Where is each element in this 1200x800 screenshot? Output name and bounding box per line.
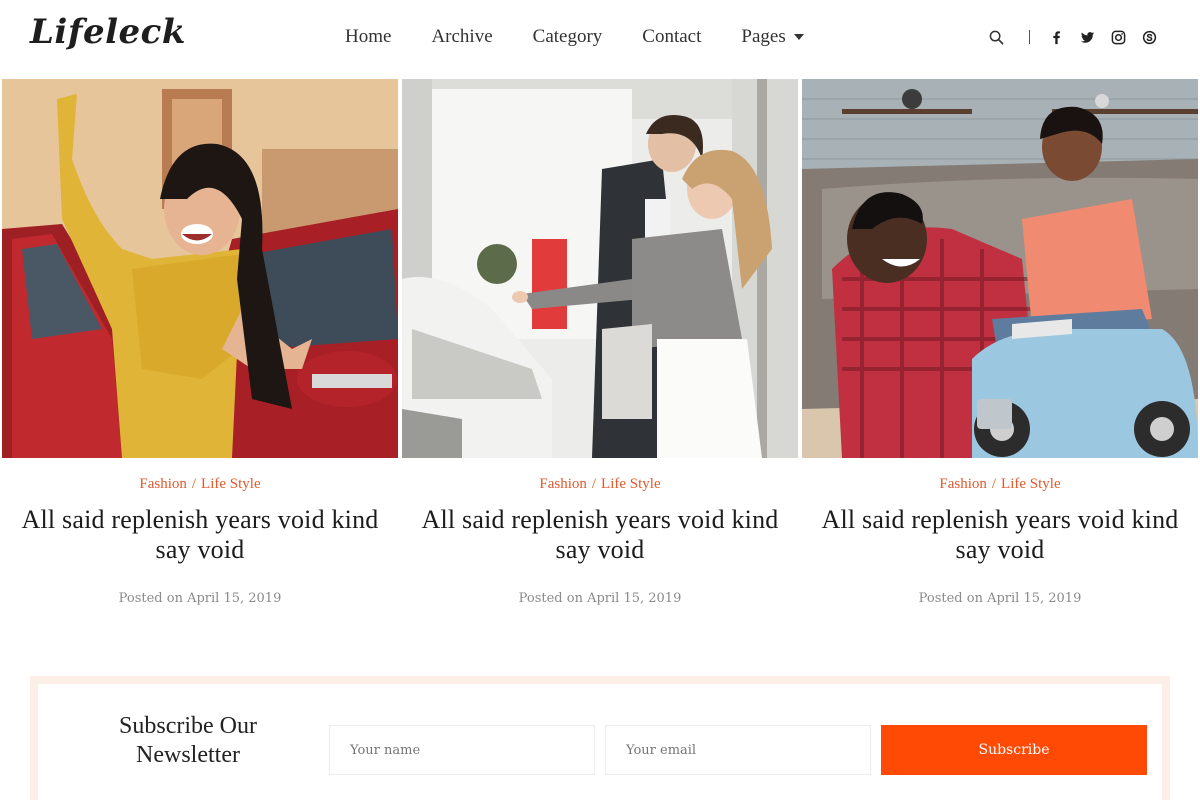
post-card: Fashion / Life Style All said replenish ye… [402, 476, 798, 606]
newsletter-section: Subscribe Our Newsletter Subscribe [30, 676, 1170, 800]
post-date: Posted on April 15, 2019 [118, 591, 282, 606]
post-card: Fashion / Life Style All said replenish ye… [802, 476, 1198, 606]
caret-down-icon [793, 34, 804, 40]
nav-item-label: Category [532, 26, 603, 47]
search-icon[interactable] [987, 28, 1005, 46]
post-date: Posted on April 15, 2019 [918, 591, 1082, 606]
newsletter-title: Subscribe Our Newsletter [119, 713, 257, 768]
post-title[interactable]: All said replenish years void kind say v… [2, 505, 398, 565]
category-separator: / [591, 476, 597, 492]
facebook-icon[interactable] [1047, 28, 1065, 46]
post-categories: Fashion / Life Style [402, 476, 798, 493]
subscribe-button[interactable]: Subscribe [881, 725, 1147, 775]
nav-item-archive[interactable]: Archive [431, 26, 492, 48]
nav-item-label: Contact [642, 26, 702, 47]
category-link-fashion[interactable]: Fashion [139, 476, 187, 492]
skype-icon[interactable] [1140, 28, 1158, 46]
nav-item-label: Pages [741, 26, 786, 47]
nav-item-pages[interactable]: Pages [741, 26, 804, 48]
header-tools [974, 28, 1158, 46]
post-categories: Fashion / Life Style [2, 476, 398, 493]
post-card: Fashion / Life Style All said replenish ye… [2, 476, 398, 606]
twitter-icon[interactable] [1078, 28, 1096, 46]
post-image-woman-car[interactable] [2, 79, 398, 458]
instagram-icon[interactable] [1109, 28, 1127, 46]
site-logo[interactable]: Lifeleck [30, 12, 186, 52]
category-separator: / [191, 476, 197, 492]
newsletter-name-input[interactable] [329, 725, 595, 775]
post-date: Posted on April 15, 2019 [518, 591, 682, 606]
header-divider [1029, 30, 1030, 44]
category-separator: / [991, 476, 997, 492]
category-link-lifestyle[interactable]: Life Style [201, 476, 261, 492]
main-nav: Home Archive Category Contact Pages [345, 26, 844, 48]
nav-item-category[interactable]: Category [533, 26, 603, 48]
category-link-lifestyle[interactable]: Life Style [1001, 476, 1061, 492]
post-title[interactable]: All said replenish years void kind say v… [802, 505, 1198, 565]
post-image-father-son[interactable] [802, 79, 1198, 458]
post-categories: Fashion / Life Style [802, 476, 1198, 493]
nav-item-label: Home [345, 26, 392, 47]
post-image-couple-showroom[interactable] [402, 79, 798, 458]
category-link-fashion[interactable]: Fashion [939, 476, 987, 492]
category-link-fashion[interactable]: Fashion [539, 476, 587, 492]
nav-item-contact[interactable]: Contact [642, 26, 701, 48]
nav-item-label: Archive [431, 26, 493, 47]
post-title[interactable]: All said replenish years void kind say v… [402, 505, 798, 565]
newsletter-email-input[interactable] [605, 725, 871, 775]
site-header: Lifeleck Home Archive Category Contact P… [0, 0, 1200, 78]
category-link-lifestyle[interactable]: Life Style [601, 476, 661, 492]
nav-item-home[interactable]: Home [345, 26, 391, 48]
